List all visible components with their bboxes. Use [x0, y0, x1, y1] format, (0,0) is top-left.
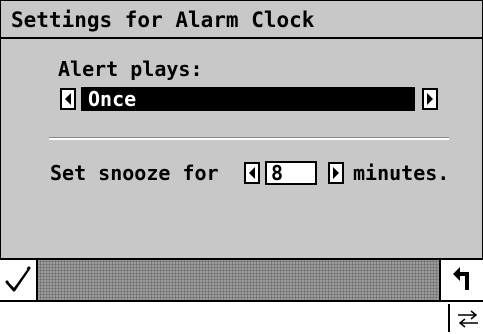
title-bar: Settings for Alarm Clock — [1, 1, 482, 39]
bottom-toolbar — [0, 258, 483, 302]
back-button[interactable] — [439, 260, 483, 300]
right-arrow-icon — [427, 93, 433, 105]
left-arrow-icon — [249, 167, 255, 179]
section-divider — [49, 137, 449, 140]
snooze-label: Set snooze for — [50, 161, 219, 185]
ok-button[interactable] — [0, 260, 38, 300]
status-separator — [448, 304, 450, 332]
snooze-increment-button[interactable] — [328, 162, 344, 184]
right-arrow-icon — [333, 167, 339, 179]
snooze-unit-label: minutes. — [353, 161, 450, 185]
alert-next-button[interactable] — [422, 88, 438, 110]
alarm-settings-dialog: Settings for Alarm Clock Alert plays: On… — [0, 0, 483, 259]
left-arrow-icon — [65, 93, 71, 105]
snooze-minutes-value: 8 — [271, 161, 284, 185]
dialog-title: Settings for Alarm Clock — [11, 8, 315, 32]
snooze-decrement-button[interactable] — [244, 162, 260, 184]
alert-plays-label: Alert plays: — [58, 57, 203, 81]
return-arrow-icon — [453, 267, 469, 290]
checkmark-icon — [5, 266, 31, 292]
input-switch-icon[interactable] — [456, 308, 480, 334]
alert-plays-value: Once — [88, 87, 137, 111]
status-area — [0, 302, 483, 332]
alert-plays-select[interactable]: Once — [81, 87, 415, 111]
alert-prev-button[interactable] — [60, 88, 76, 110]
snooze-minutes-input[interactable]: 8 — [265, 161, 317, 185]
